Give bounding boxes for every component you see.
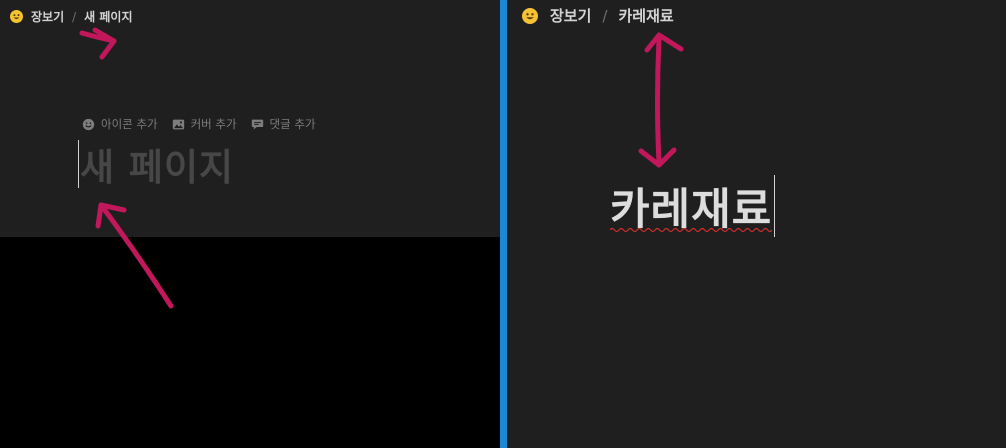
smiley-emoji-icon[interactable] [10, 10, 23, 23]
add-icon-label: 아이콘 추가 [101, 117, 158, 131]
left-panel: 장보기 / 새 페이지 아이콘 추가 커버 추가 댓글 추가 새 페이지 [0, 0, 500, 448]
breadcrumb-current[interactable]: 새 페이지 [84, 8, 132, 25]
smiley-emoji-icon[interactable] [522, 7, 538, 24]
panel-divider [500, 0, 507, 448]
page-actions: 아이콘 추가 커버 추가 댓글 추가 [82, 116, 330, 132]
page-title-field[interactable]: 카레재료 [610, 175, 776, 237]
add-comment-label: 댓글 추가 [269, 117, 316, 131]
spellcheck-underline [610, 227, 773, 233]
page-title-placeholder: 새 페이지 [80, 146, 235, 189]
breadcrumb: 장보기 / 카레재료 [522, 5, 674, 26]
add-icon-button[interactable]: 아이콘 추가 [82, 116, 158, 132]
right-panel: 장보기 / 카레재료 카레재료 [507, 0, 1006, 448]
add-cover-button[interactable]: 커버 추가 [172, 116, 237, 132]
screenshot-root: 장보기 / 새 페이지 아이콘 추가 커버 추가 댓글 추가 새 페이지 장보기… [0, 0, 1006, 448]
breadcrumb-parent[interactable]: 장보기 [550, 5, 591, 26]
comment-icon [251, 118, 264, 131]
text-caret [774, 175, 776, 237]
add-cover-label: 커버 추가 [190, 117, 237, 131]
page-title: 카레재료 [610, 175, 773, 237]
page-title-field[interactable]: 새 페이지 [78, 139, 234, 189]
breadcrumb-parent[interactable]: 장보기 [31, 8, 64, 25]
left-page-area: 장보기 / 새 페이지 아이콘 추가 커버 추가 댓글 추가 새 페이지 [0, 0, 500, 237]
text-caret [78, 140, 79, 188]
smiley-icon [82, 118, 95, 131]
breadcrumb-current[interactable]: 카레재료 [618, 5, 673, 26]
breadcrumb-separator: / [72, 9, 77, 24]
breadcrumb: 장보기 / 새 페이지 [10, 8, 133, 25]
add-comment-button[interactable]: 댓글 추가 [251, 116, 316, 132]
image-icon [172, 118, 185, 131]
breadcrumb-separator: / [602, 6, 608, 25]
